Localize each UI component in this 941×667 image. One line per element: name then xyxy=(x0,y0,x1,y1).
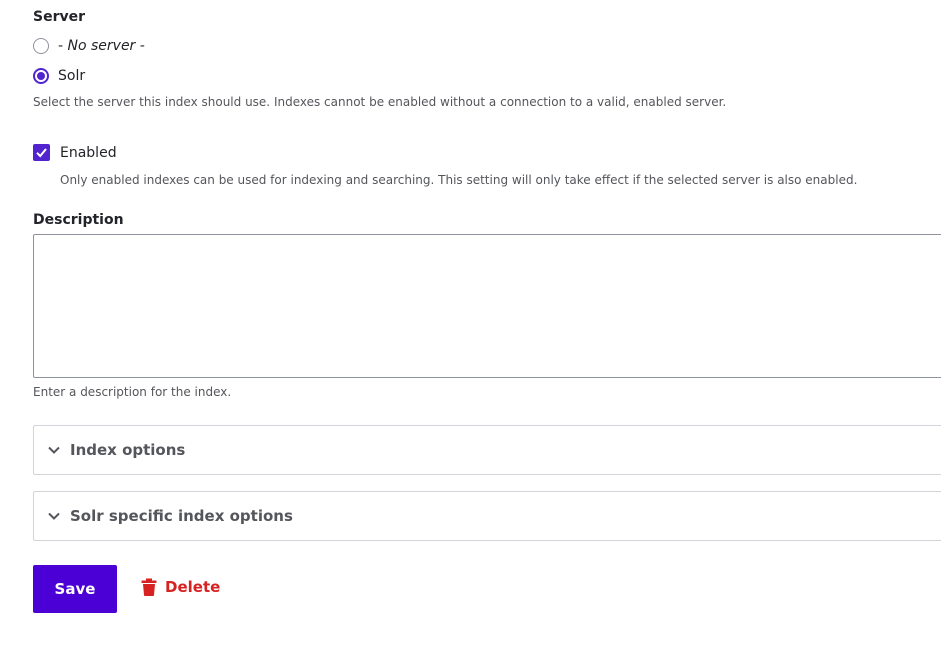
trash-icon xyxy=(141,578,157,596)
delete-button[interactable]: Delete xyxy=(141,578,220,596)
chevron-down-icon xyxy=(48,512,60,520)
index-options-section[interactable]: Index options xyxy=(33,425,941,475)
radio-option-label: Solr xyxy=(58,68,86,84)
radio-unchecked-icon[interactable] xyxy=(33,38,49,54)
radio-option-no-server[interactable]: - No server - xyxy=(33,35,145,57)
solr-options-section[interactable]: Solr specific index options xyxy=(33,491,941,541)
enabled-label: Enabled xyxy=(60,144,117,161)
description-help: Enter a description for the index. xyxy=(33,385,232,399)
radio-option-solr[interactable]: Solr xyxy=(33,65,85,87)
enabled-description: Only enabled indexes can be used for ind… xyxy=(60,173,858,187)
checkbox-checked-icon[interactable] xyxy=(33,144,50,161)
delete-button-label: Delete xyxy=(165,578,221,596)
section-title: Solr specific index options xyxy=(70,507,293,525)
chevron-down-icon xyxy=(48,446,60,454)
radio-option-label: - No server - xyxy=(58,38,145,54)
save-button-label: Save xyxy=(54,580,96,598)
section-title: Index options xyxy=(70,441,186,459)
server-description: Select the server this index should use.… xyxy=(33,95,727,109)
description-textarea[interactable] xyxy=(33,234,941,378)
description-label: Description xyxy=(33,212,124,228)
server-label: Server xyxy=(33,9,86,25)
save-button[interactable]: Save xyxy=(33,565,117,613)
enabled-checkbox-row[interactable]: Enabled xyxy=(33,144,117,161)
radio-checked-icon[interactable] xyxy=(33,68,49,84)
